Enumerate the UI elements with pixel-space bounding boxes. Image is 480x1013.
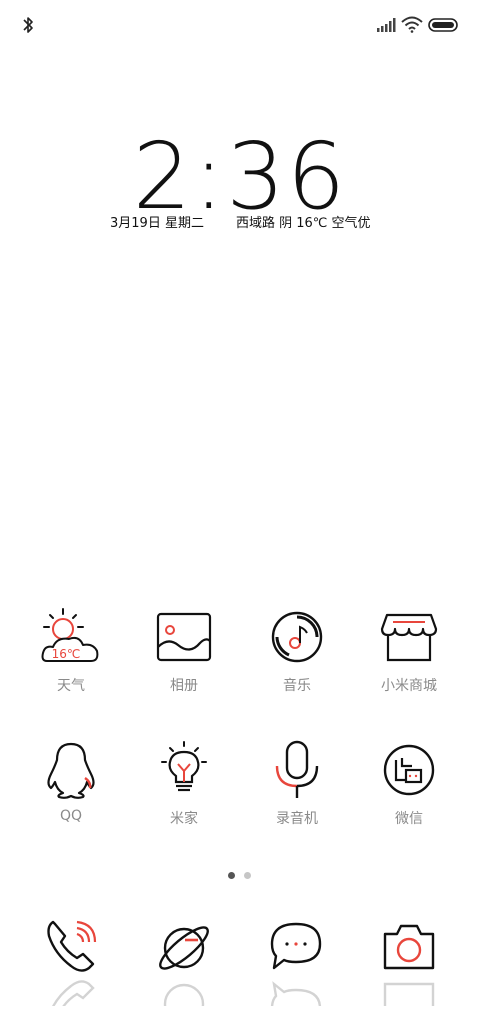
app-label: 录音机	[276, 811, 318, 827]
wifi-icon	[401, 16, 423, 33]
qq-icon	[47, 742, 95, 799]
date-text[interactable]: 3月19日 星期二	[110, 212, 204, 231]
weather-icon: 16℃	[41, 608, 99, 662]
app-label: QQ	[59, 808, 83, 824]
recorder-icon	[275, 740, 319, 798]
dock-messages[interactable]	[261, 916, 331, 1006]
page-indicator	[0, 872, 480, 880]
app-mi-store[interactable]: 小米商城	[354, 607, 464, 695]
browser-icon	[159, 926, 209, 970]
mijia-icon	[161, 741, 207, 792]
app-mijia[interactable]: 米家	[129, 740, 239, 828]
app-recorder[interactable]: 录音机	[242, 740, 352, 828]
app-label: 微信	[395, 811, 423, 827]
dock-reflection	[41, 976, 101, 1006]
page-dot-active[interactable]	[228, 872, 235, 879]
phone-icon	[47, 920, 97, 972]
app-wechat[interactable]: 微信	[354, 740, 464, 828]
dock-phone[interactable]	[36, 916, 106, 1006]
app-label: 相册	[170, 678, 198, 694]
messages-icon	[270, 922, 322, 970]
battery-icon	[428, 18, 458, 32]
app-label: 小米商城	[381, 678, 437, 694]
app-qq[interactable]: QQ	[16, 740, 126, 824]
app-weather[interactable]: 16℃ 天气	[16, 607, 126, 695]
store-icon	[380, 613, 438, 662]
app-label: 天气	[57, 678, 85, 694]
dock-browser[interactable]	[149, 916, 219, 1006]
app-music[interactable]: 音乐	[242, 607, 352, 695]
dock-reflection	[379, 976, 439, 1006]
dock-reflection	[266, 976, 326, 1006]
dock-reflection	[154, 976, 214, 1006]
app-label: 音乐	[283, 678, 311, 694]
status-bar	[0, 0, 480, 50]
gallery-icon	[156, 612, 212, 662]
app-gallery[interactable]: 相册	[129, 607, 239, 695]
page-dot[interactable]	[244, 872, 251, 879]
signal-icon	[377, 18, 396, 32]
camera-icon	[383, 924, 435, 970]
weather-text[interactable]: 西域路 阴 16℃ 空气优	[236, 212, 371, 231]
bluetooth-icon	[23, 17, 33, 33]
weather-icon-temp: 16℃	[52, 647, 81, 661]
wechat-icon	[383, 744, 435, 796]
app-label: 米家	[170, 811, 198, 827]
dock-camera[interactable]	[374, 916, 444, 1006]
music-icon	[271, 611, 323, 663]
